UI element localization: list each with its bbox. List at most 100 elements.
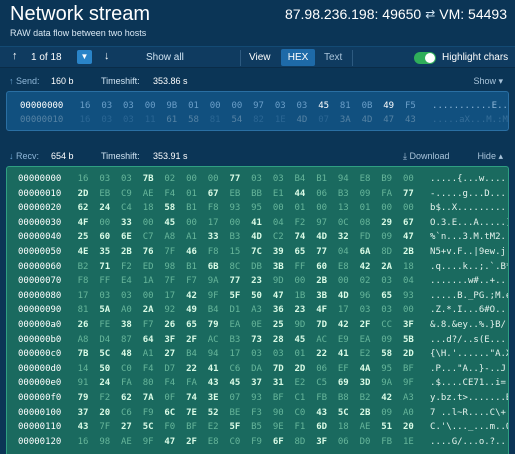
hex-byte: 9D xyxy=(294,320,306,330)
hex-byte: 5F xyxy=(229,422,241,433)
recv-hex-panel: 00000000 16 03 03 7B 02 00 00 77 03 03 B… xyxy=(6,166,509,454)
show-button[interactable]: Show ▾ xyxy=(473,76,503,87)
hex-byte: 09 xyxy=(381,334,393,345)
hex-row: 00000110 43 7F 27 5C F0 BF E2 5F B5 9E F… xyxy=(18,422,508,436)
hex-byte: 7B xyxy=(142,174,154,184)
hex-byte: F3 xyxy=(251,407,262,418)
hex-row: 00000090 81 5A A0 2A 92 49 B4 D1 A3 36 2… xyxy=(18,305,509,319)
hex-byte: 43 xyxy=(77,422,89,433)
hex-byte: 2D xyxy=(77,188,89,199)
hex-byte: 42 xyxy=(359,261,371,272)
hex-byte: B4 xyxy=(186,349,197,360)
hex-byte: 87 xyxy=(121,334,132,345)
hex-byte: C9 xyxy=(121,188,132,199)
hex-byte: 27 xyxy=(121,422,132,433)
hex-byte: 97 xyxy=(253,101,264,111)
hex-byte: 00 xyxy=(144,101,156,111)
hex-byte: 20 xyxy=(99,407,111,418)
hex-byte: 79 xyxy=(77,393,89,403)
hex-byte: 62 xyxy=(77,203,89,214)
download-button[interactable]: ⤓ Download xyxy=(403,151,450,162)
hex-byte: 00 xyxy=(402,174,414,184)
hex-byte: 09 xyxy=(381,232,393,243)
hex-byte: 01 xyxy=(294,203,306,214)
hex-byte: 47 xyxy=(402,232,414,243)
hex-row: 000000d0 14 50 C0 F4 D7 22 41 C6 DA 7D 2… xyxy=(18,363,508,378)
text-view-button[interactable]: Text xyxy=(324,52,342,63)
send-timeshift-label: Timeshift: xyxy=(101,76,140,86)
hex-row: 00000120 16 98 AE 9F 47 2F E8 C0 F9 6F 8… xyxy=(18,436,508,451)
hex-byte: F0 xyxy=(164,422,176,433)
hide-button[interactable]: Hide ▴ xyxy=(477,151,503,162)
hex-byte: 64 xyxy=(142,334,154,345)
hex-row: 00000030 4F 00 33 00 45 00 17 00 41 04 F… xyxy=(18,217,508,232)
hex-byte: C1 xyxy=(294,393,306,403)
hex-row: 00000050 4E 35 2B 76 7F 46 F8 15 7C 39 6… xyxy=(18,247,508,261)
hex-byte: B4 xyxy=(207,305,219,316)
hex-byte: 45 xyxy=(294,334,306,345)
hex-byte: B2 xyxy=(359,393,371,403)
hex-byte: 07 xyxy=(318,115,330,125)
send-label-text: Send: xyxy=(16,76,40,86)
hex-byte: 41 xyxy=(251,217,262,228)
hex-byte: 81 xyxy=(339,101,351,111)
hex-byte: 94 xyxy=(337,174,349,184)
hex-view-button[interactable]: HEX xyxy=(281,49,315,66)
hex-byte: F4 xyxy=(164,188,176,199)
hex-byte: 28 xyxy=(272,334,284,345)
highlight-chars-label: Highlight chars xyxy=(442,52,509,63)
hex-ascii: .Z.*.I...6#O.... xyxy=(430,305,509,316)
hex-byte: 2D xyxy=(402,349,414,360)
hex-byte: 81 xyxy=(77,305,89,316)
hex-byte: 13 xyxy=(337,203,349,214)
hex-byte: 01 xyxy=(294,349,306,360)
hex-ascii: &.8.&ey..%.}B/.? xyxy=(430,320,509,330)
hex-byte: 54 xyxy=(231,115,243,125)
hex-byte: 3E xyxy=(207,393,219,403)
hex-row: 000000f0 79 F2 62 7A 0F 74 3E 07 93 BF C… xyxy=(18,393,508,407)
show-all-button[interactable]: Show all xyxy=(146,52,184,63)
hex-byte: AE xyxy=(121,436,132,447)
hex-byte: 67 xyxy=(207,188,219,199)
page-select-dropdown[interactable]: ▼ xyxy=(77,50,92,64)
hex-byte: 4E xyxy=(77,247,89,257)
hex-byte: 03 xyxy=(381,305,393,316)
highlight-chars-toggle[interactable] xyxy=(414,52,436,64)
hex-byte: 1E xyxy=(274,115,286,125)
page-indicator: 1 of 18 xyxy=(31,52,62,63)
hex-byte: 96 xyxy=(359,290,371,301)
hex-byte: 7D xyxy=(272,363,284,374)
hex-byte: 6B xyxy=(207,261,219,272)
hex-byte: 04 xyxy=(337,247,349,257)
hex-byte: 52 xyxy=(207,407,219,418)
hex-byte: 43 xyxy=(207,378,219,389)
hex-byte: 74 xyxy=(294,232,306,243)
arrow-up-icon[interactable]: ↑ xyxy=(12,50,18,62)
hex-byte: 00 xyxy=(402,305,414,316)
hex-byte: F8 xyxy=(207,203,219,214)
hex-byte: 2F xyxy=(186,436,197,447)
hex-byte: 48 xyxy=(121,349,132,360)
hex-byte: 37 xyxy=(251,378,262,389)
hex-byte: 43 xyxy=(404,115,416,125)
arrow-down-icon[interactable]: ↓ xyxy=(104,50,110,62)
hex-byte: 16 xyxy=(79,115,91,125)
divider xyxy=(240,50,241,66)
connection-info: 87.98.236.198: 49650 ⇄ VM: 54493 xyxy=(285,6,507,22)
hex-byte: 06 xyxy=(316,188,328,199)
chevron-up-icon: ▴ xyxy=(498,151,503,161)
hex-byte: 29 xyxy=(381,217,393,228)
hex-byte: 4F xyxy=(77,217,89,228)
hex-offset: 00000020 xyxy=(18,203,62,214)
hex-byte: 77 xyxy=(402,188,414,199)
page-title: Network stream xyxy=(10,3,151,25)
hex-byte: B3 xyxy=(229,334,241,345)
hex-byte: BB xyxy=(251,188,262,199)
hex-byte: 45 xyxy=(229,378,241,389)
hex-byte: 00 xyxy=(316,203,328,214)
hex-byte: E9 xyxy=(337,334,349,345)
hex-byte: 26 xyxy=(77,320,89,330)
hide-label: Hide xyxy=(477,151,496,161)
hex-byte: 50 xyxy=(99,363,111,374)
hex-byte: 2D xyxy=(294,363,306,374)
